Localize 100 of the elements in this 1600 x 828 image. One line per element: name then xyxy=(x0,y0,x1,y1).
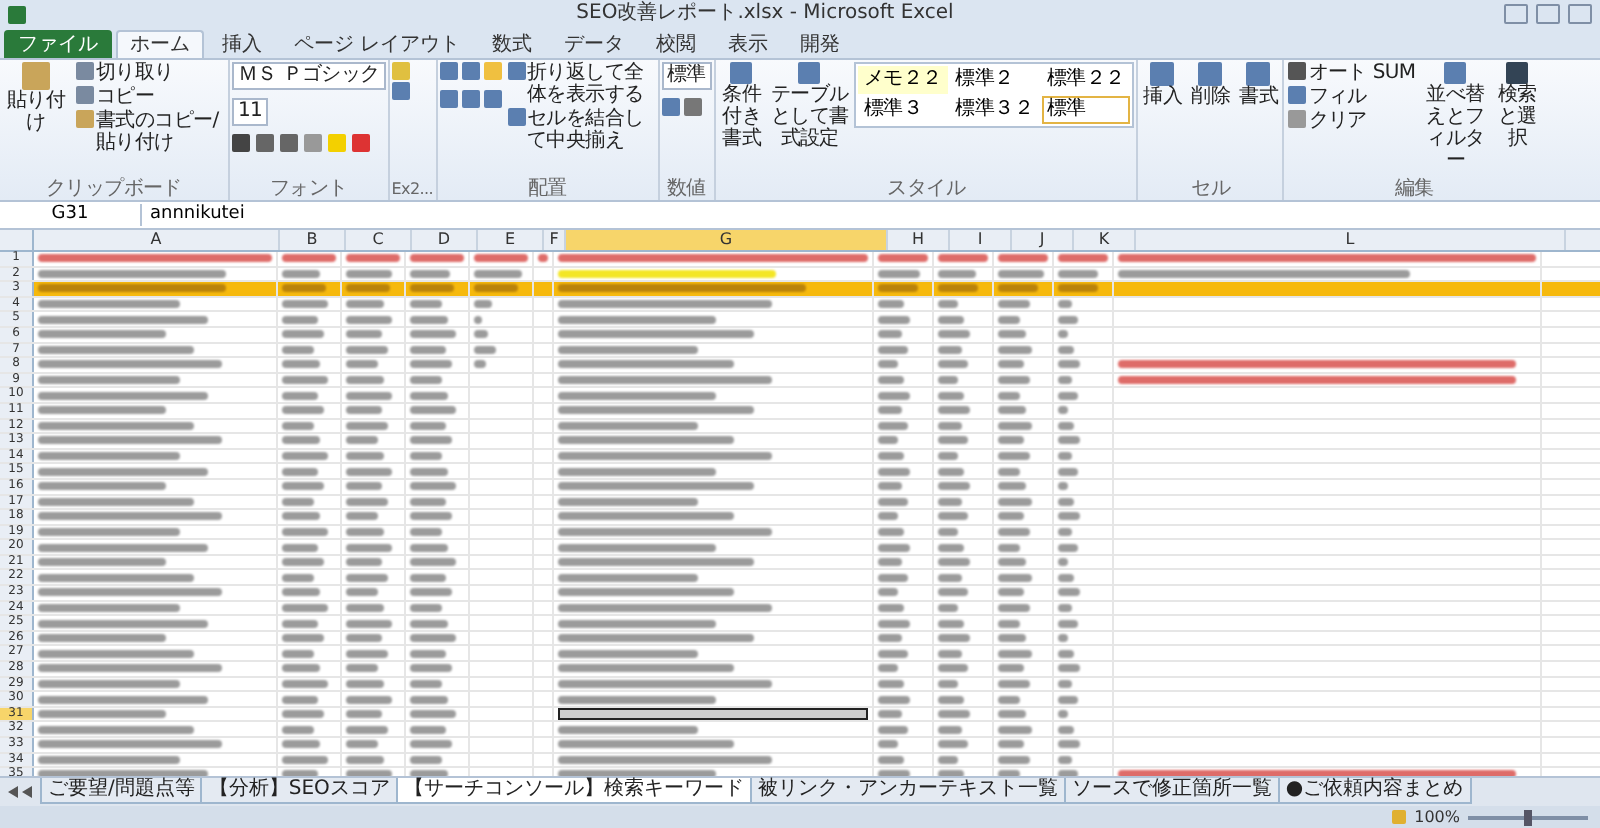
blurred-text xyxy=(346,649,389,658)
fill-button[interactable]: フィル xyxy=(1286,86,1418,108)
paste-button[interactable]: 貼り付け xyxy=(2,62,70,134)
ribbon-tab[interactable]: ファイル xyxy=(4,30,112,58)
blurred-text xyxy=(998,543,1021,552)
find-select-button[interactable]: 検索と選択 xyxy=(1493,62,1542,150)
format-as-table-button[interactable]: テーブルとして書式設定 xyxy=(769,62,850,150)
blurred-text xyxy=(938,755,958,764)
format-painter-button[interactable]: 書式のコピー/貼り付け xyxy=(74,110,226,154)
cell-style-option[interactable]: メモ２２ xyxy=(857,66,948,94)
ribbon-tab[interactable]: 表示 xyxy=(714,30,783,58)
sheet-nav-icon[interactable] xyxy=(6,786,34,798)
merge-center-button[interactable]: セルを結合して中央揃え xyxy=(505,108,655,152)
wrap-text-button[interactable]: 折り返して全体を表示する xyxy=(505,62,655,106)
column-header[interactable]: G xyxy=(566,230,888,250)
sheet-tab[interactable]: ソースで修正箇所一覧 xyxy=(1063,778,1280,804)
group-label: セル xyxy=(1189,178,1233,200)
autosum-button[interactable]: オート SUM xyxy=(1286,62,1418,84)
blurred-text xyxy=(282,315,318,324)
blurred-text xyxy=(410,497,446,506)
cells-button[interactable]: 削除 xyxy=(1188,62,1233,108)
name-box[interactable]: G31 xyxy=(0,204,142,226)
blurred-text xyxy=(38,406,167,415)
ribbon-tab[interactable]: 開発 xyxy=(786,30,855,58)
formula-field[interactable]: annnikutei xyxy=(150,204,245,226)
blurred-text xyxy=(410,634,456,643)
column-header[interactable]: L xyxy=(1136,230,1566,250)
blurred-text xyxy=(878,649,907,658)
blurred-text xyxy=(410,527,443,536)
blurred-text xyxy=(38,527,181,536)
column-header[interactable]: I xyxy=(950,230,1012,250)
blurred-text xyxy=(938,467,964,476)
sheet-tab[interactable]: ●ご依頼内容まとめ xyxy=(1277,778,1472,804)
ribbon-tab[interactable]: 数式 xyxy=(478,30,547,58)
font-size-dropdown[interactable]: 11 xyxy=(232,98,269,126)
zoom-slider-thumb[interactable] xyxy=(1524,809,1532,825)
column-header[interactable]: K xyxy=(1074,230,1136,250)
blurred-text xyxy=(998,740,1024,749)
blurred-text xyxy=(282,436,321,445)
number-format-dropdown[interactable]: 標準 xyxy=(661,62,712,90)
blurred-text xyxy=(282,376,328,385)
cells-button[interactable]: 挿入 xyxy=(1140,62,1185,108)
column-header[interactable]: A xyxy=(34,230,280,250)
column-header[interactable]: H xyxy=(888,230,950,250)
blurred-text xyxy=(878,755,904,764)
blurred-text xyxy=(410,254,464,263)
blurred-text xyxy=(878,664,898,673)
blurred-text xyxy=(346,770,392,776)
blurred-text xyxy=(474,345,496,354)
copy-button[interactable]: コピー xyxy=(74,86,226,108)
ribbon-tab[interactable]: 校閲 xyxy=(642,30,711,58)
blurred-text xyxy=(558,573,698,582)
blurred-text xyxy=(558,421,698,430)
blurred-text xyxy=(346,573,389,582)
sort-filter-button[interactable]: 並べ替えとフィルター xyxy=(1421,62,1490,172)
ribbon-tab[interactable]: ホーム xyxy=(116,30,204,58)
blurred-text xyxy=(998,360,1024,369)
page-view-icon[interactable] xyxy=(1392,810,1407,824)
blurred-text xyxy=(346,588,379,597)
blurred-text xyxy=(346,634,382,643)
sheet-tab[interactable]: 被リンク・アンカーテキスト一覧 xyxy=(749,778,1066,804)
blurred-text xyxy=(346,284,390,293)
column-header[interactable]: D xyxy=(412,230,478,250)
cut-button[interactable]: 切り取り xyxy=(74,62,226,84)
blurred-text xyxy=(38,634,167,643)
blurred-text xyxy=(998,649,1033,658)
column-header[interactable]: B xyxy=(280,230,346,250)
font-name-dropdown[interactable]: ＭＳ Ｐゴシック xyxy=(232,62,386,90)
blurred-text xyxy=(938,543,964,552)
blurred-text xyxy=(346,679,385,688)
blurred-text xyxy=(38,300,181,309)
blurred-text xyxy=(410,330,456,339)
column-header[interactable]: C xyxy=(346,230,412,250)
blurred-text xyxy=(998,376,1030,385)
column-header[interactable]: E xyxy=(478,230,544,250)
cell-style-option[interactable]: 標準 xyxy=(1041,96,1131,124)
column-header[interactable]: J xyxy=(1012,230,1074,250)
blurred-text xyxy=(878,588,898,597)
group-label: クリップボード xyxy=(44,178,184,200)
maximize-icon[interactable] xyxy=(1536,4,1560,24)
blurred-text xyxy=(938,725,961,734)
ribbon-tab[interactable]: データ xyxy=(550,30,639,58)
sheet-tab[interactable]: 【サーチコンソール】検索キーワード xyxy=(395,778,752,804)
group-label: 配置 xyxy=(525,178,569,200)
blurred-text xyxy=(282,603,328,612)
clear-button[interactable]: クリア xyxy=(1286,110,1418,132)
ribbon-tab[interactable]: 挿入 xyxy=(208,30,276,58)
conditional-format-button[interactable]: 条件付き書式 xyxy=(717,62,766,150)
ribbon-tab[interactable]: ページ レイアウト xyxy=(280,30,475,58)
sheet-tab[interactable]: 【分析】SEOスコア xyxy=(200,778,398,804)
blurred-text xyxy=(282,512,321,521)
blurred-text xyxy=(282,284,326,293)
blurred-text xyxy=(346,360,379,369)
blurred-text xyxy=(998,527,1030,536)
blurred-text xyxy=(878,300,904,309)
blurred-text xyxy=(410,269,451,278)
sheet-tab[interactable]: ご要望/問題点等 xyxy=(40,778,203,804)
cells-button[interactable]: 書式 xyxy=(1236,62,1281,108)
blurred-text xyxy=(346,664,379,673)
blurred-text xyxy=(346,740,379,749)
